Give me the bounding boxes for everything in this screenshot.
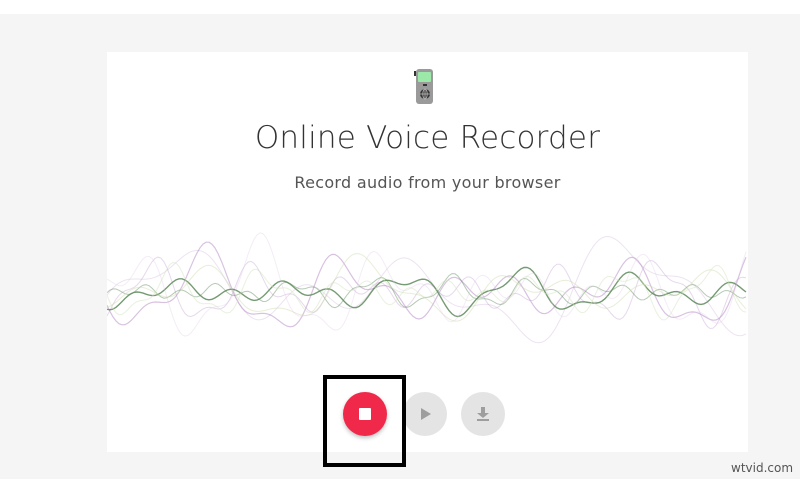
page-subtitle: Record audio from your browser (294, 173, 561, 192)
voice-recorder-logo-icon (414, 69, 433, 104)
highlight-box (323, 375, 406, 467)
audio-waveform (107, 232, 747, 344)
watermark: wtvid.com (731, 461, 794, 475)
download-button[interactable] (461, 392, 505, 436)
top-band (0, 0, 800, 14)
waveform-line (107, 253, 747, 322)
page-title: Online Voice Recorder (254, 120, 601, 156)
download-icon (477, 407, 489, 421)
play-icon (421, 408, 431, 420)
play-button[interactable] (403, 392, 447, 436)
waveform-line (107, 235, 747, 344)
recorder-card: Online Voice Recorder Record audio from … (107, 52, 748, 452)
